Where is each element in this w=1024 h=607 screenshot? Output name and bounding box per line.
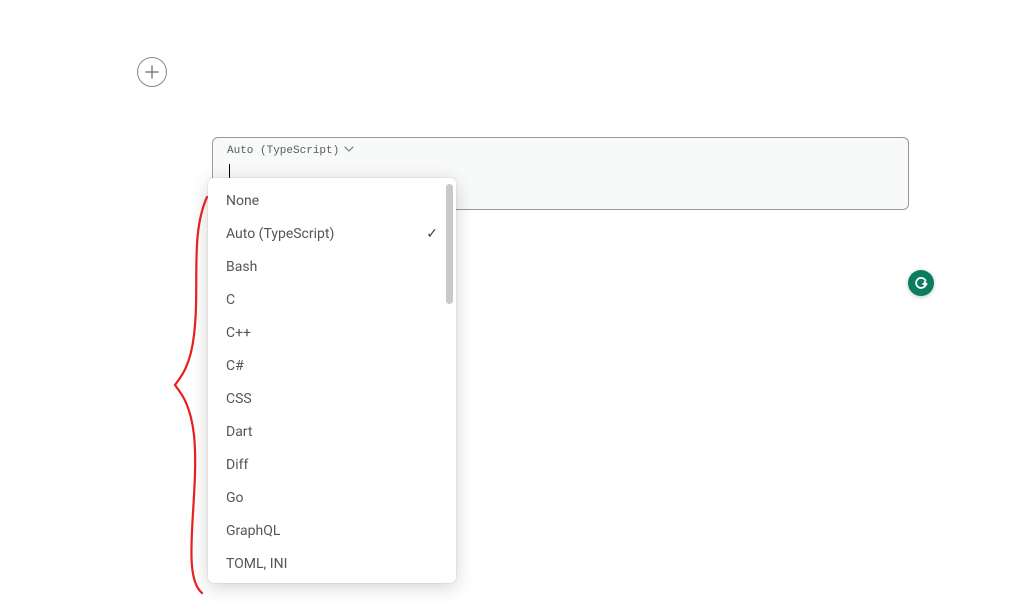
dropdown-item-label: CSS xyxy=(226,391,252,407)
dropdown-item-csharp[interactable]: C# xyxy=(208,349,456,382)
language-selector-label: Auto (TypeScript) xyxy=(227,145,339,157)
grammarly-badge[interactable] xyxy=(908,270,934,296)
language-dropdown: None Auto (TypeScript) ✓ Bash C C++ C# C… xyxy=(208,178,456,583)
dropdown-item-c[interactable]: C xyxy=(208,283,456,316)
dropdown-item-diff[interactable]: Diff xyxy=(208,448,456,481)
dropdown-item-label: GraphQL xyxy=(226,523,280,539)
dropdown-item-label: Go xyxy=(226,490,244,506)
dropdown-item-bash[interactable]: Bash xyxy=(208,250,456,283)
add-block-button[interactable] xyxy=(137,57,167,87)
dropdown-item-cpp[interactable]: C++ xyxy=(208,316,456,349)
annotation-brace xyxy=(172,195,212,595)
chevron-down-icon xyxy=(344,144,354,158)
text-cursor xyxy=(229,164,230,178)
dropdown-item-graphql[interactable]: GraphQL xyxy=(208,514,456,547)
grammarly-icon xyxy=(912,274,930,292)
check-icon: ✓ xyxy=(424,226,438,242)
dropdown-item-label: C xyxy=(226,292,235,308)
dropdown-item-label: C# xyxy=(226,358,244,374)
language-selector[interactable]: Auto (TypeScript) xyxy=(213,138,364,160)
dropdown-item-label: None xyxy=(226,193,259,209)
dropdown-item-label: Dart xyxy=(226,424,252,440)
dropdown-item-auto-typescript[interactable]: Auto (TypeScript) ✓ xyxy=(208,217,456,250)
language-dropdown-list: None Auto (TypeScript) ✓ Bash C C++ C# C… xyxy=(208,178,456,583)
dropdown-item-label: Bash xyxy=(226,259,257,275)
dropdown-item-css[interactable]: CSS xyxy=(208,382,456,415)
scrollbar[interactable] xyxy=(446,184,453,304)
dropdown-item-toml-ini[interactable]: TOML, INI xyxy=(208,547,456,580)
dropdown-item-label: TOML, INI xyxy=(226,556,287,572)
dropdown-item-label: Auto (TypeScript) xyxy=(226,226,334,242)
dropdown-item-label: C++ xyxy=(226,325,251,341)
plus-icon xyxy=(145,65,159,79)
dropdown-item-label: Diff xyxy=(226,457,248,473)
dropdown-item-none[interactable]: None xyxy=(208,184,456,217)
dropdown-item-go[interactable]: Go xyxy=(208,481,456,514)
dropdown-item-dart[interactable]: Dart xyxy=(208,415,456,448)
